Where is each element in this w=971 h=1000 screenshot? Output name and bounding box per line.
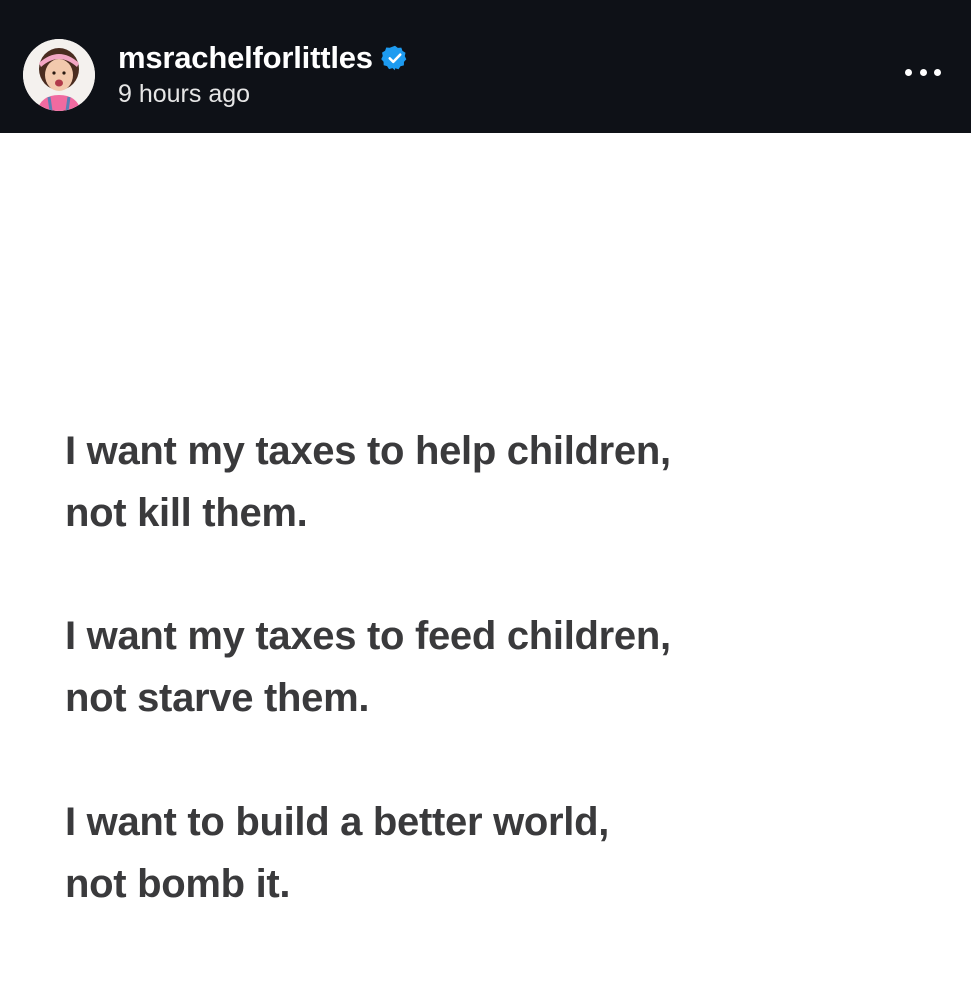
more-dot — [919, 68, 927, 76]
post-text-line: not bomb it. — [65, 862, 291, 906]
username-row: msrachelforlittles — [118, 40, 409, 76]
post-stanza: I want my taxes to help children, not ki… — [65, 420, 671, 544]
post-text-line: I want my taxes to feed children, — [65, 614, 671, 658]
post-text-line: I want my taxes to help children, — [65, 429, 671, 473]
post-text-line: I want to build a better world, — [65, 800, 610, 844]
post-stanza: I want my taxes to feed children, not st… — [65, 605, 671, 729]
post-text-line: not starve them. — [65, 676, 370, 720]
post-image[interactable]: I want my taxes to help children, not ki… — [0, 133, 971, 1000]
more-dot — [934, 68, 941, 76]
post-stanza: I want to build a better world, not bomb… — [65, 791, 609, 915]
post-header: msrachelforlittles 9 hours ago — [0, 0, 971, 133]
avatar-photo-icon — [23, 39, 95, 111]
post-text-line: not kill them. — [65, 491, 308, 535]
username[interactable]: msrachelforlittles — [118, 40, 373, 76]
post-timestamp: 9 hours ago — [118, 80, 251, 108]
more-dot — [905, 68, 912, 76]
avatar[interactable] — [23, 39, 95, 111]
more-options-icon[interactable] — [905, 66, 941, 78]
verified-badge-icon — [381, 44, 409, 72]
